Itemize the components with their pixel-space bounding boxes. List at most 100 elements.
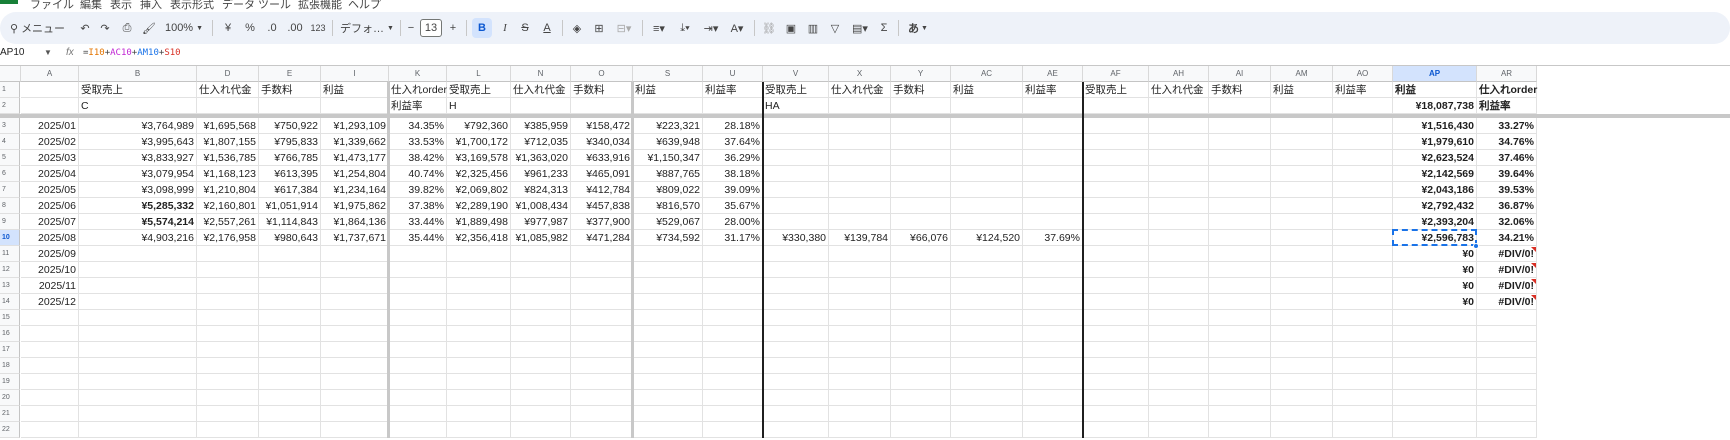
cell-u19[interactable] — [703, 374, 763, 390]
cell-i1[interactable]: 利益 — [321, 82, 389, 98]
cell-x21[interactable] — [829, 406, 891, 422]
error-indicator-icon[interactable] — [1531, 263, 1536, 268]
cell-n22[interactable] — [511, 422, 571, 438]
cell-v5[interactable] — [763, 150, 829, 166]
cell-af12[interactable] — [1083, 262, 1149, 278]
cell-ai20[interactable] — [1209, 390, 1271, 406]
cell-o13[interactable] — [571, 278, 633, 294]
cell-ar3[interactable]: 33.27% — [1477, 118, 1537, 134]
cell-x13[interactable] — [829, 278, 891, 294]
cell-o12[interactable] — [571, 262, 633, 278]
cell-y20[interactable] — [891, 390, 951, 406]
font-size-input[interactable]: 13 — [420, 19, 442, 37]
cell-e5[interactable]: ¥766,785 — [259, 150, 321, 166]
cell-d13[interactable] — [197, 278, 259, 294]
increase-decimal-button[interactable]: .00 — [284, 18, 306, 38]
cell-d3[interactable]: ¥1,695,568 — [197, 118, 259, 134]
cell-ar17[interactable] — [1477, 342, 1537, 358]
cell-l4[interactable]: ¥1,700,172 — [447, 134, 511, 150]
cell-ae12[interactable] — [1023, 262, 1083, 278]
cell-ao22[interactable] — [1333, 422, 1393, 438]
cell-am19[interactable] — [1271, 374, 1333, 390]
cell-e12[interactable] — [259, 262, 321, 278]
cell-af20[interactable] — [1083, 390, 1149, 406]
cell-am21[interactable] — [1271, 406, 1333, 422]
cell-s1[interactable]: 利益 — [633, 82, 703, 98]
cell-y15[interactable] — [891, 310, 951, 326]
redo-icon[interactable]: ↷ — [96, 18, 114, 38]
cell-ai7[interactable] — [1209, 182, 1271, 198]
cell-y1[interactable]: 手数料 — [891, 82, 951, 98]
cell-k13[interactable] — [389, 278, 447, 294]
cell-a13[interactable]: 2025/11 — [21, 278, 79, 294]
cell-ap15[interactable] — [1393, 310, 1477, 326]
cell-af13[interactable] — [1083, 278, 1149, 294]
column-header-l[interactable]: L — [447, 66, 511, 82]
cell-ae1[interactable]: 利益率 — [1023, 82, 1083, 98]
cell-a22[interactable] — [21, 422, 79, 438]
cell-o19[interactable] — [571, 374, 633, 390]
cell-e10[interactable]: ¥980,643 — [259, 230, 321, 246]
cell-e15[interactable] — [259, 310, 321, 326]
cell-af16[interactable] — [1083, 326, 1149, 342]
cell-ar16[interactable] — [1477, 326, 1537, 342]
cell-y9[interactable] — [891, 214, 951, 230]
functions-button[interactable]: Σ — [876, 18, 892, 38]
cell-d11[interactable] — [197, 246, 259, 262]
cell-am6[interactable] — [1271, 166, 1333, 182]
cell-ao10[interactable] — [1333, 230, 1393, 246]
cell-ao12[interactable] — [1333, 262, 1393, 278]
cell-a1[interactable] — [21, 82, 79, 98]
cell-y5[interactable] — [891, 150, 951, 166]
cell-ac2[interactable] — [951, 98, 1023, 114]
cell-v19[interactable] — [763, 374, 829, 390]
cell-y11[interactable] — [891, 246, 951, 262]
cell-ar2[interactable]: 利益率 — [1477, 98, 1537, 114]
row-header[interactable]: 16 — [0, 326, 20, 342]
cell-k19[interactable] — [389, 374, 447, 390]
cell-y2[interactable] — [891, 98, 951, 114]
cell-u1[interactable]: 利益率 — [703, 82, 763, 98]
cell-u5[interactable]: 36.29% — [703, 150, 763, 166]
cell-e18[interactable] — [259, 358, 321, 374]
cell-am22[interactable] — [1271, 422, 1333, 438]
cell-d4[interactable]: ¥1,807,155 — [197, 134, 259, 150]
cell-d12[interactable] — [197, 262, 259, 278]
cell-l19[interactable] — [447, 374, 511, 390]
cell-ap19[interactable] — [1393, 374, 1477, 390]
cell-e22[interactable] — [259, 422, 321, 438]
cell-y22[interactable] — [891, 422, 951, 438]
cell-ac10[interactable]: ¥124,520 — [951, 230, 1023, 246]
cell-ah12[interactable] — [1149, 262, 1209, 278]
cell-ac11[interactable] — [951, 246, 1023, 262]
cell-a7[interactable]: 2025/05 — [21, 182, 79, 198]
cell-l7[interactable]: ¥2,069,802 — [447, 182, 511, 198]
cell-n17[interactable] — [511, 342, 571, 358]
cell-ao7[interactable] — [1333, 182, 1393, 198]
cell-n18[interactable] — [511, 358, 571, 374]
cell-y3[interactable] — [891, 118, 951, 134]
row-header[interactable]: 8 — [0, 198, 20, 214]
cell-n3[interactable]: ¥385,959 — [511, 118, 571, 134]
cell-i2[interactable] — [321, 98, 389, 114]
cell-n2[interactable] — [511, 98, 571, 114]
cell-ac12[interactable] — [951, 262, 1023, 278]
cell-o3[interactable]: ¥158,472 — [571, 118, 633, 134]
cell-d14[interactable] — [197, 294, 259, 310]
cell-am10[interactable] — [1271, 230, 1333, 246]
cell-ai1[interactable]: 手数料 — [1209, 82, 1271, 98]
cell-u22[interactable] — [703, 422, 763, 438]
cell-i15[interactable] — [321, 310, 389, 326]
cell-k6[interactable]: 40.74% — [389, 166, 447, 182]
cell-v9[interactable] — [763, 214, 829, 230]
cell-ai9[interactable] — [1209, 214, 1271, 230]
cell-ar7[interactable]: 39.53% — [1477, 182, 1537, 198]
cell-ah13[interactable] — [1149, 278, 1209, 294]
cell-k17[interactable] — [389, 342, 447, 358]
cell-s8[interactable]: ¥816,570 — [633, 198, 703, 214]
cell-af5[interactable] — [1083, 150, 1149, 166]
cell-ah22[interactable] — [1149, 422, 1209, 438]
cell-ah6[interactable] — [1149, 166, 1209, 182]
cell-i21[interactable] — [321, 406, 389, 422]
cell-d8[interactable]: ¥2,160,801 — [197, 198, 259, 214]
